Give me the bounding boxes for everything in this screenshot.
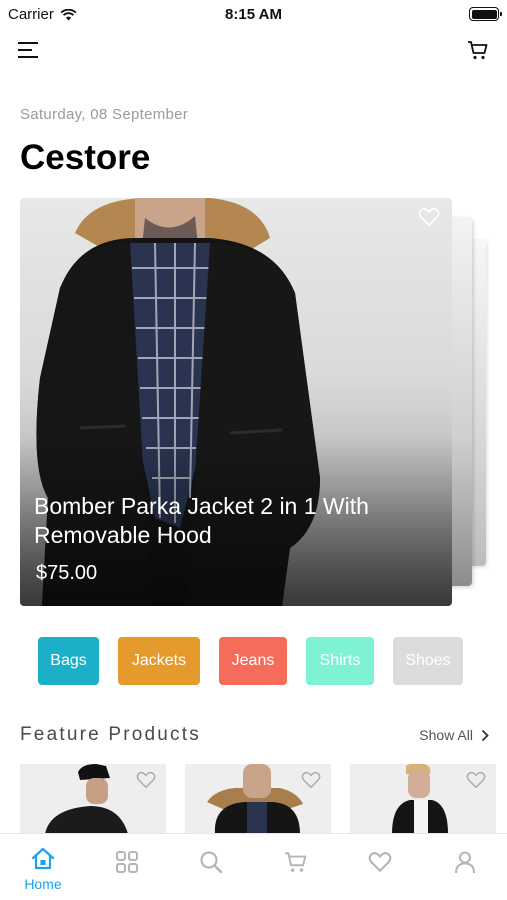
cart-icon (285, 852, 307, 872)
profile-icon (455, 851, 475, 874)
product-card[interactable] (350, 764, 496, 834)
category-chips: Bags Jackets Jeans Shirts Shoes (38, 637, 463, 685)
home-icon (31, 847, 55, 870)
heart-icon (368, 852, 392, 872)
hero-product-price: $75.00 (36, 562, 98, 584)
search-icon (200, 851, 223, 874)
category-chip-bags[interactable]: Bags (38, 637, 99, 685)
favorite-button[interactable] (466, 770, 486, 790)
tab-profile[interactable] (435, 834, 495, 900)
favorite-button[interactable] (301, 770, 321, 790)
tab-bar: Home (0, 833, 507, 900)
status-time: 8:15 AM (225, 6, 282, 23)
tab-search[interactable] (181, 834, 241, 900)
category-chip-shirts[interactable]: Shirts (306, 637, 374, 685)
favorite-button[interactable] (136, 770, 156, 790)
heart-icon (418, 208, 440, 226)
page-title: Cestore (20, 138, 151, 177)
hero-favorite-button[interactable] (418, 206, 440, 228)
hero-product-title: Bomber Parka Jacket 2 in 1 With Removabl… (34, 493, 369, 548)
cart-button[interactable] (467, 39, 489, 61)
category-chip-label: Bags (50, 652, 87, 669)
hero-carousel[interactable]: Bomber Parka Jacket 2 in 1 With Removabl… (20, 198, 490, 608)
tab-cart[interactable] (266, 834, 326, 900)
category-chip-label: Shoes (405, 652, 451, 669)
tab-home[interactable]: Home (13, 834, 73, 900)
battery-icon (469, 7, 502, 21)
heart-icon (136, 771, 156, 788)
product-card[interactable] (20, 764, 166, 834)
hero-product-card[interactable]: Bomber Parka Jacket 2 in 1 With Removabl… (20, 198, 452, 606)
category-chip-shoes[interactable]: Shoes (393, 637, 463, 685)
category-chip-label: Jeans (231, 652, 275, 669)
menu-icon (18, 42, 38, 58)
category-chip-jackets[interactable]: Jackets (118, 637, 200, 685)
featured-products-list (20, 764, 496, 834)
heart-icon (301, 771, 321, 788)
show-all-label: Show All (419, 727, 473, 743)
tab-categories[interactable] (97, 834, 157, 900)
category-chip-jeans[interactable]: Jeans (219, 637, 287, 685)
current-date: Saturday, 08 September (20, 106, 189, 123)
section-title: Feature Products (20, 724, 201, 745)
category-chip-label: Shirts (319, 652, 361, 669)
cart-icon (468, 41, 488, 60)
show-all-link[interactable]: Show All (419, 727, 489, 743)
menu-button[interactable] (18, 40, 42, 60)
heart-icon (466, 771, 486, 788)
product-card[interactable] (185, 764, 331, 834)
tab-favorites[interactable] (350, 834, 410, 900)
chevron-right-icon (481, 729, 489, 741)
tab-home-label: Home (24, 876, 62, 892)
status-bar: Carrier 8:15 AM (0, 0, 507, 28)
category-chip-label: Jackets (131, 652, 187, 669)
grid-icon (116, 851, 138, 873)
